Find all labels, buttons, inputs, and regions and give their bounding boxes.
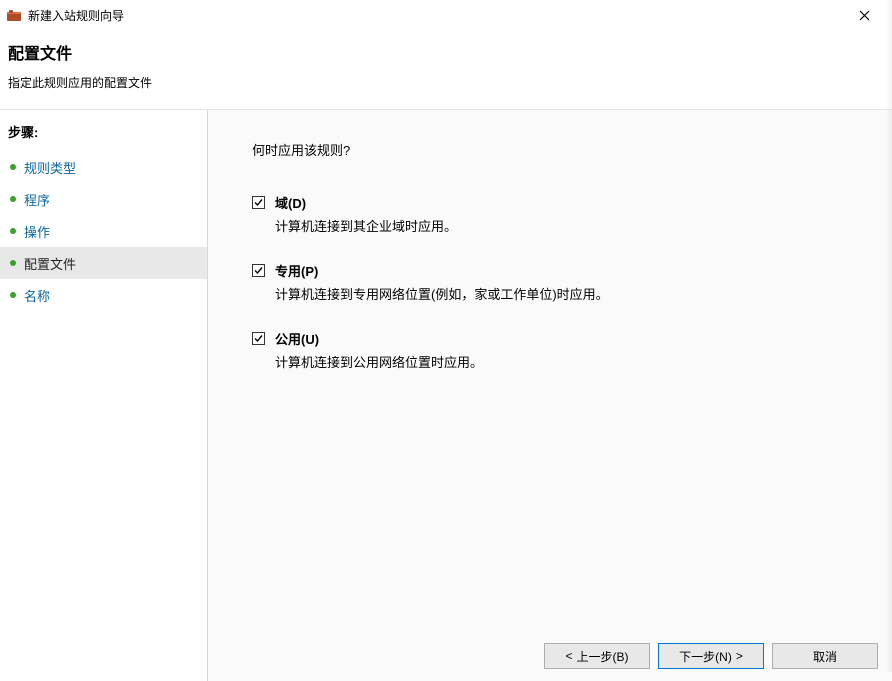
step-name[interactable]: 名称 (0, 279, 207, 311)
wizard-footer: < 上一步(B) 下一步(N) > 取消 (544, 643, 878, 669)
bullet-icon (10, 164, 16, 170)
checkbox-domain[interactable] (252, 196, 265, 209)
step-program[interactable]: 程序 (0, 183, 207, 215)
checkbox-desc: 计算机连接到公用网络位置时应用。 (275, 352, 872, 371)
checkbox-label: 公用(U) (275, 329, 319, 348)
back-button[interactable]: < 上一步(B) (544, 643, 650, 669)
checkbox-row-public: 公用(U) 计算机连接到公用网络位置时应用。 (252, 329, 872, 371)
wizard-header: 配置文件 指定此规则应用的配置文件 (0, 30, 892, 109)
step-label: 规则类型 (24, 158, 76, 177)
chevron-left-icon: < (565, 649, 572, 663)
checkbox-label: 域(D) (275, 193, 306, 212)
cancel-label: 取消 (813, 648, 837, 665)
step-action[interactable]: 操作 (0, 215, 207, 247)
steps-sidebar: 步骤: 规则类型 程序 操作 配置文件 名称 (0, 110, 208, 681)
bullet-icon (10, 196, 16, 202)
bullet-icon (10, 228, 16, 234)
checkbox-desc: 计算机连接到专用网络位置(例如，家或工作单位)时应用。 (275, 284, 872, 303)
step-profile[interactable]: 配置文件 (0, 247, 207, 279)
close-icon (859, 10, 870, 21)
content-prompt: 何时应用该规则? (252, 140, 872, 159)
titlebar: 新建入站规则向导 (0, 0, 892, 30)
window-title: 新建入站规则向导 (28, 7, 844, 24)
wizard-content: 何时应用该规则? 域(D) 计算机连接到其企业域时应用。 专用(P) (208, 110, 892, 681)
bullet-icon (10, 292, 16, 298)
step-label: 名称 (24, 286, 50, 305)
checkbox-row-private: 专用(P) 计算机连接到专用网络位置(例如，家或工作单位)时应用。 (252, 261, 872, 303)
next-button[interactable]: 下一步(N) > (658, 643, 764, 669)
checkbox-label: 专用(P) (275, 261, 318, 280)
page-title: 配置文件 (8, 40, 884, 64)
wizard-body: 步骤: 规则类型 程序 操作 配置文件 名称 何时应用该规则? (0, 109, 892, 681)
close-button[interactable] (844, 1, 884, 29)
app-icon (6, 7, 22, 23)
step-rule-type[interactable]: 规则类型 (0, 151, 207, 183)
checkbox-desc: 计算机连接到其企业域时应用。 (275, 216, 872, 235)
next-label: 下一步(N) (679, 648, 732, 665)
cancel-button[interactable]: 取消 (772, 643, 878, 669)
chevron-right-icon: > (736, 649, 743, 663)
check-icon (253, 333, 264, 344)
checkbox-public[interactable] (252, 332, 265, 345)
bullet-icon (10, 260, 16, 266)
step-label: 配置文件 (24, 254, 76, 273)
checkbox-row-domain: 域(D) 计算机连接到其企业域时应用。 (252, 193, 872, 235)
check-icon (253, 197, 264, 208)
window-right-shadow (886, 0, 892, 672)
page-subtitle: 指定此规则应用的配置文件 (8, 74, 884, 91)
step-label: 程序 (24, 190, 50, 209)
checkbox-private[interactable] (252, 264, 265, 277)
check-icon (253, 265, 264, 276)
back-label: 上一步(B) (577, 648, 629, 665)
step-label: 操作 (24, 222, 50, 241)
steps-heading: 步骤: (0, 122, 207, 151)
